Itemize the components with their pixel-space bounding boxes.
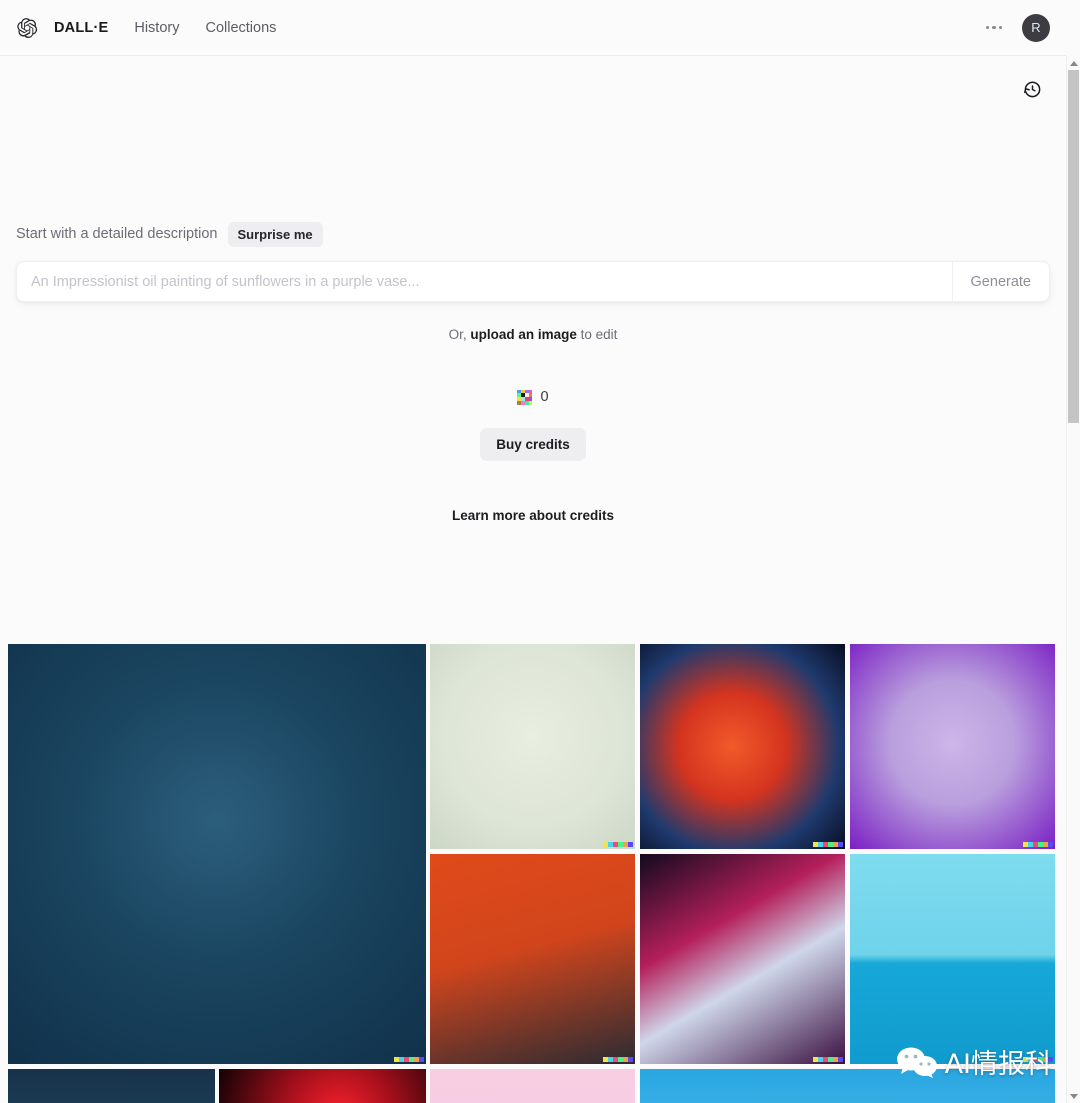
scroll-up-arrow-icon[interactable] [1067, 56, 1080, 70]
avatar[interactable]: R [1022, 13, 1050, 42]
gallery-tile-orange-half[interactable] [850, 854, 1055, 1064]
credits-section: Or, upload an image to edit 0 Buy credit… [0, 327, 1066, 523]
dalle-credit-token-icon [517, 389, 533, 405]
gallery-tile-avocado-chair[interactable] [430, 644, 635, 849]
credit-count: 0 [540, 389, 549, 405]
vertical-scrollbar[interactable] [1066, 56, 1080, 1103]
dalle-signature-icon [813, 842, 843, 847]
upload-prefix: Or, [448, 327, 471, 342]
upload-suffix: to edit [576, 327, 618, 342]
buy-credits-button[interactable]: Buy credits [480, 428, 586, 461]
gallery-tile-robot-chess[interactable] [430, 854, 635, 1064]
gallery-tile-astronaut[interactable] [8, 1069, 215, 1103]
tile-artwork [850, 644, 1055, 849]
ellipsis-icon[interactable] [984, 20, 1005, 36]
main-scroll-area: Start with a detailed description Surpri… [0, 56, 1066, 1103]
openai-logo-icon[interactable] [16, 17, 38, 39]
history-clock-icon[interactable] [1017, 74, 1047, 104]
prompt-label: Start with a detailed description [16, 226, 218, 242]
tile-artwork [430, 1069, 635, 1103]
surprise-me-button[interactable]: Surprise me [227, 221, 323, 247]
dalle-signature-icon [813, 1057, 843, 1062]
dalle-signature-icon [603, 842, 633, 847]
app-header: DALL·E History Collections R [0, 0, 1066, 56]
dalle-signature-icon [603, 1057, 633, 1062]
tile-artwork [219, 1069, 426, 1103]
upload-an-image-link[interactable]: upload an image [470, 327, 577, 342]
dalle-signature-icon [1023, 1057, 1053, 1062]
gallery-tile-fishbowl[interactable] [8, 644, 426, 1064]
prompt-label-row: Start with a detailed description Surpri… [0, 221, 1066, 247]
tile-artwork [640, 1069, 1055, 1103]
gallery-tile-purple-monster[interactable] [850, 644, 1055, 849]
gallery-tile-dune-walker[interactable] [640, 854, 845, 1064]
tile-artwork [8, 1069, 215, 1103]
upload-image-line: Or, upload an image to edit [449, 327, 618, 342]
nav-history[interactable]: History [134, 20, 179, 36]
tile-artwork [430, 854, 635, 1064]
tile-artwork [8, 644, 426, 1064]
gallery-tile-blue-cube[interactable] [430, 1069, 635, 1103]
gallery-tile-underwater-portrait[interactable] [640, 1069, 1055, 1103]
tile-artwork [640, 854, 845, 1064]
scrollbar-thumb[interactable] [1068, 70, 1079, 423]
learn-more-about-credits-link[interactable]: Learn more about credits [452, 508, 614, 523]
brand-title: DALL·E [54, 19, 109, 36]
dalle-signature-icon [1023, 842, 1053, 847]
gallery-tile-neon-face[interactable] [219, 1069, 426, 1103]
prompt-input[interactable] [17, 262, 952, 301]
image-gallery [0, 588, 1066, 1103]
credit-balance-row: 0 [517, 389, 549, 405]
dalle-app-window: DALL·E History Collections R Start with … [0, 0, 1080, 1103]
gallery-tile-cosmic-climber[interactable] [640, 644, 845, 849]
prompt-input-box: Generate [16, 261, 1050, 302]
scroll-down-arrow-icon[interactable] [1067, 1089, 1080, 1103]
tile-artwork [640, 644, 845, 849]
prompt-section: Start with a detailed description Surpri… [0, 221, 1066, 302]
tile-artwork [850, 854, 1055, 1064]
dalle-signature-icon [394, 1057, 424, 1062]
tile-artwork [430, 644, 635, 849]
generate-button[interactable]: Generate [951, 262, 1049, 301]
nav-collections[interactable]: Collections [205, 20, 276, 36]
